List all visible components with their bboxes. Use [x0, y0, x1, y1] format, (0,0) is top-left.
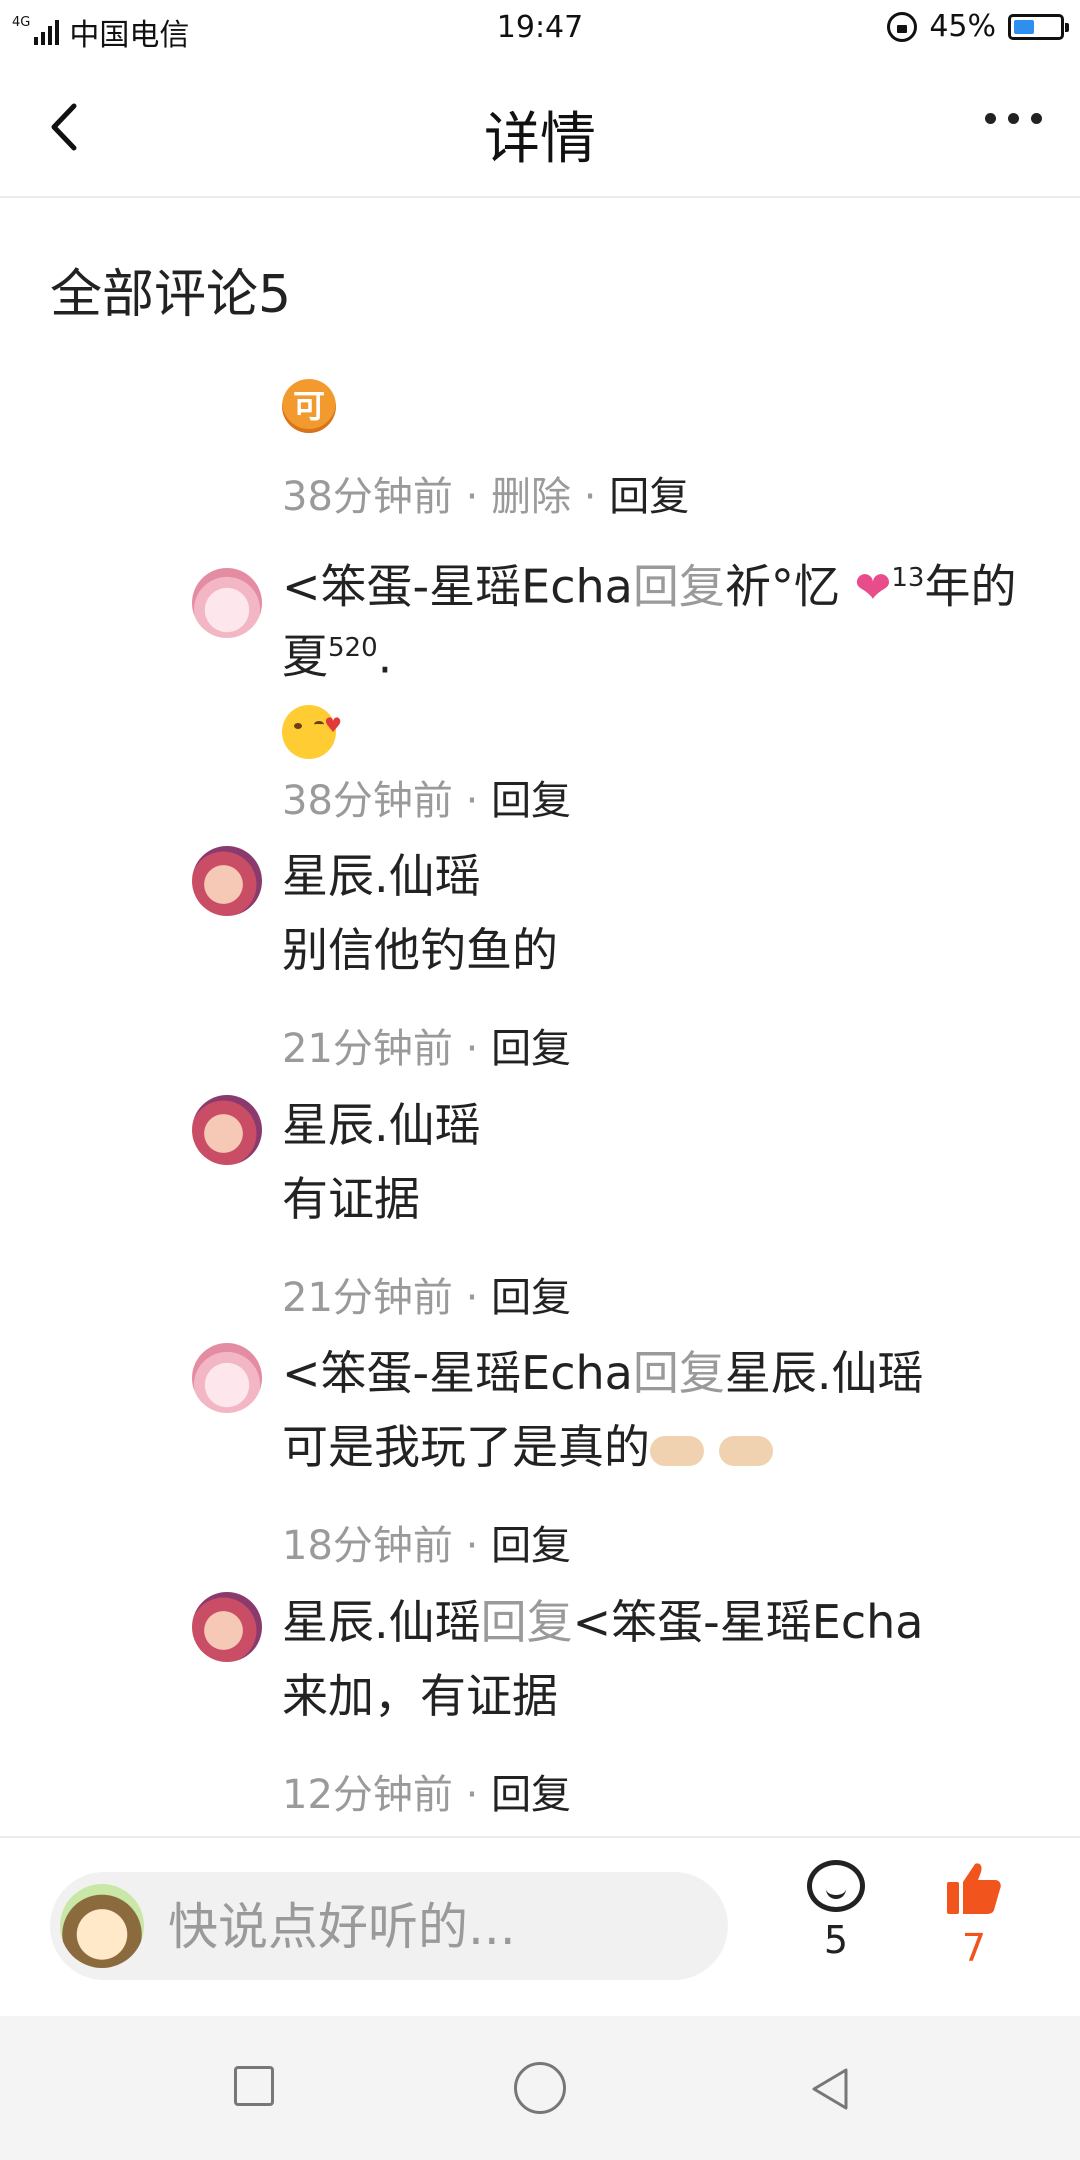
reply-author[interactable]: 星辰.仙瑶 [282, 1595, 481, 1649]
comment-input[interactable] [168, 1898, 688, 1956]
system-nav-bar [0, 2016, 1080, 2160]
reply-meta: 38分钟前 · 回复 [282, 778, 572, 824]
reply-time: 18分钟前 [282, 1523, 453, 1569]
reply-author[interactable]: <笨蛋-星瑶Echa [282, 559, 633, 613]
reply-target[interactable]: 星辰.仙瑶 [725, 1346, 924, 1400]
status-bar: 4G 中国电信 19:47 45% [0, 0, 1080, 58]
like-button[interactable]: 7 [934, 1860, 1014, 1970]
reply-button[interactable]: 回复 [491, 1275, 571, 1321]
comment-count: 5 [823, 1918, 849, 1962]
like-count: 7 [961, 1926, 987, 1970]
title-bar: 详情 [0, 58, 1080, 198]
reply-word: 回复 [632, 559, 725, 614]
battery-percent: 45% [929, 9, 996, 44]
comment-button[interactable]: 5 [796, 1860, 876, 1962]
back-triangle-icon[interactable] [806, 2064, 856, 2114]
comment-bubble-icon [807, 1860, 865, 1912]
reply-text: 有证据 [282, 1172, 420, 1226]
reply-content: 星辰.仙瑶 别信他钓鱼的 [282, 846, 1030, 980]
reply-author[interactable]: <笨蛋-星瑶Echa [282, 1346, 633, 1400]
reply-content: 可 [282, 372, 1030, 433]
reply-content: <笨蛋-星瑶Echa回复星辰.仙瑶 可是我玩了是真的 [282, 1343, 1030, 1477]
reply-button[interactable]: 回复 [491, 1523, 571, 1569]
avatar[interactable] [192, 1095, 262, 1165]
reply-time: 21分钟前 [282, 1275, 453, 1321]
home-icon[interactable] [514, 2062, 566, 2114]
reply-target[interactable]: <笨蛋-星瑶Echa [573, 1595, 924, 1649]
thumbs-up-icon [947, 1863, 1001, 1914]
reply-time: 38分钟前 [282, 474, 453, 520]
battery-icon [1008, 13, 1069, 40]
reply-time: 12分钟前 [282, 1772, 453, 1818]
delete-button[interactable]: 删除 [491, 474, 571, 520]
reply-content: <笨蛋-星瑶Echa回复祈°忆 ❤13年的夏520. ♥ [282, 548, 1030, 760]
reply-text: 别信他钓鱼的 [282, 923, 558, 977]
hand-left-icon [718, 1435, 773, 1466]
reply-meta: 21分钟前 · 回复 [282, 1026, 572, 1072]
page-title: 详情 [484, 107, 596, 172]
heart-icon: ❤ [854, 562, 892, 614]
reply-button[interactable]: 回复 [609, 474, 689, 520]
reply-button[interactable]: 回复 [491, 1026, 571, 1072]
reply-author[interactable]: 星辰.仙瑶 [282, 1095, 1030, 1155]
kiss-emoji-icon: ♥ [282, 705, 342, 760]
reply-meta: 12分钟前 · 回复 [282, 1772, 572, 1818]
rotation-lock-icon [887, 11, 918, 42]
reply-word: 回复 [632, 1346, 725, 1400]
avatar[interactable] [192, 846, 262, 916]
status-right: 45% [887, 9, 1069, 44]
reply-time: 21分钟前 [282, 1026, 453, 1072]
reply-text: 可是我玩了是真的 [282, 1420, 650, 1474]
reply-time: 38分钟前 [282, 778, 453, 824]
reply-target[interactable]: 祈°忆 [725, 559, 840, 613]
reply-content: 星辰.仙瑶 有证据 [282, 1095, 1030, 1229]
reply-meta: 38分钟前 · 删除 · 回复 [282, 474, 690, 520]
reply-button[interactable]: 回复 [491, 778, 571, 824]
avatar[interactable] [192, 568, 262, 638]
reply-word: 回复 [480, 1595, 573, 1649]
recent-apps-icon[interactable] [234, 2066, 274, 2106]
reply-meta: 21分钟前 · 回复 [282, 1275, 572, 1321]
more-dots-icon[interactable] [985, 113, 1042, 124]
reply-text: 来加，有证据 [282, 1669, 558, 1723]
reply-content: 星辰.仙瑶回复<笨蛋-星瑶Echa 来加，有证据 [282, 1592, 1030, 1726]
hand-right-icon [650, 1435, 704, 1466]
reply-meta: 18分钟前 · 回复 [282, 1523, 572, 1569]
avatar[interactable] [192, 1343, 262, 1413]
avatar [60, 1884, 144, 1968]
comments-count-header: 全部评论5 [50, 265, 292, 325]
avatar[interactable] [192, 1592, 262, 1662]
reply-author[interactable]: 星辰.仙瑶 [282, 846, 1030, 906]
reply-button[interactable]: 回复 [491, 1772, 571, 1818]
emoji-ke-icon: 可 [282, 378, 336, 433]
comment-input-pill[interactable] [50, 1872, 728, 1980]
comment-bottom-bar: 5 7 [0, 1836, 1080, 2018]
